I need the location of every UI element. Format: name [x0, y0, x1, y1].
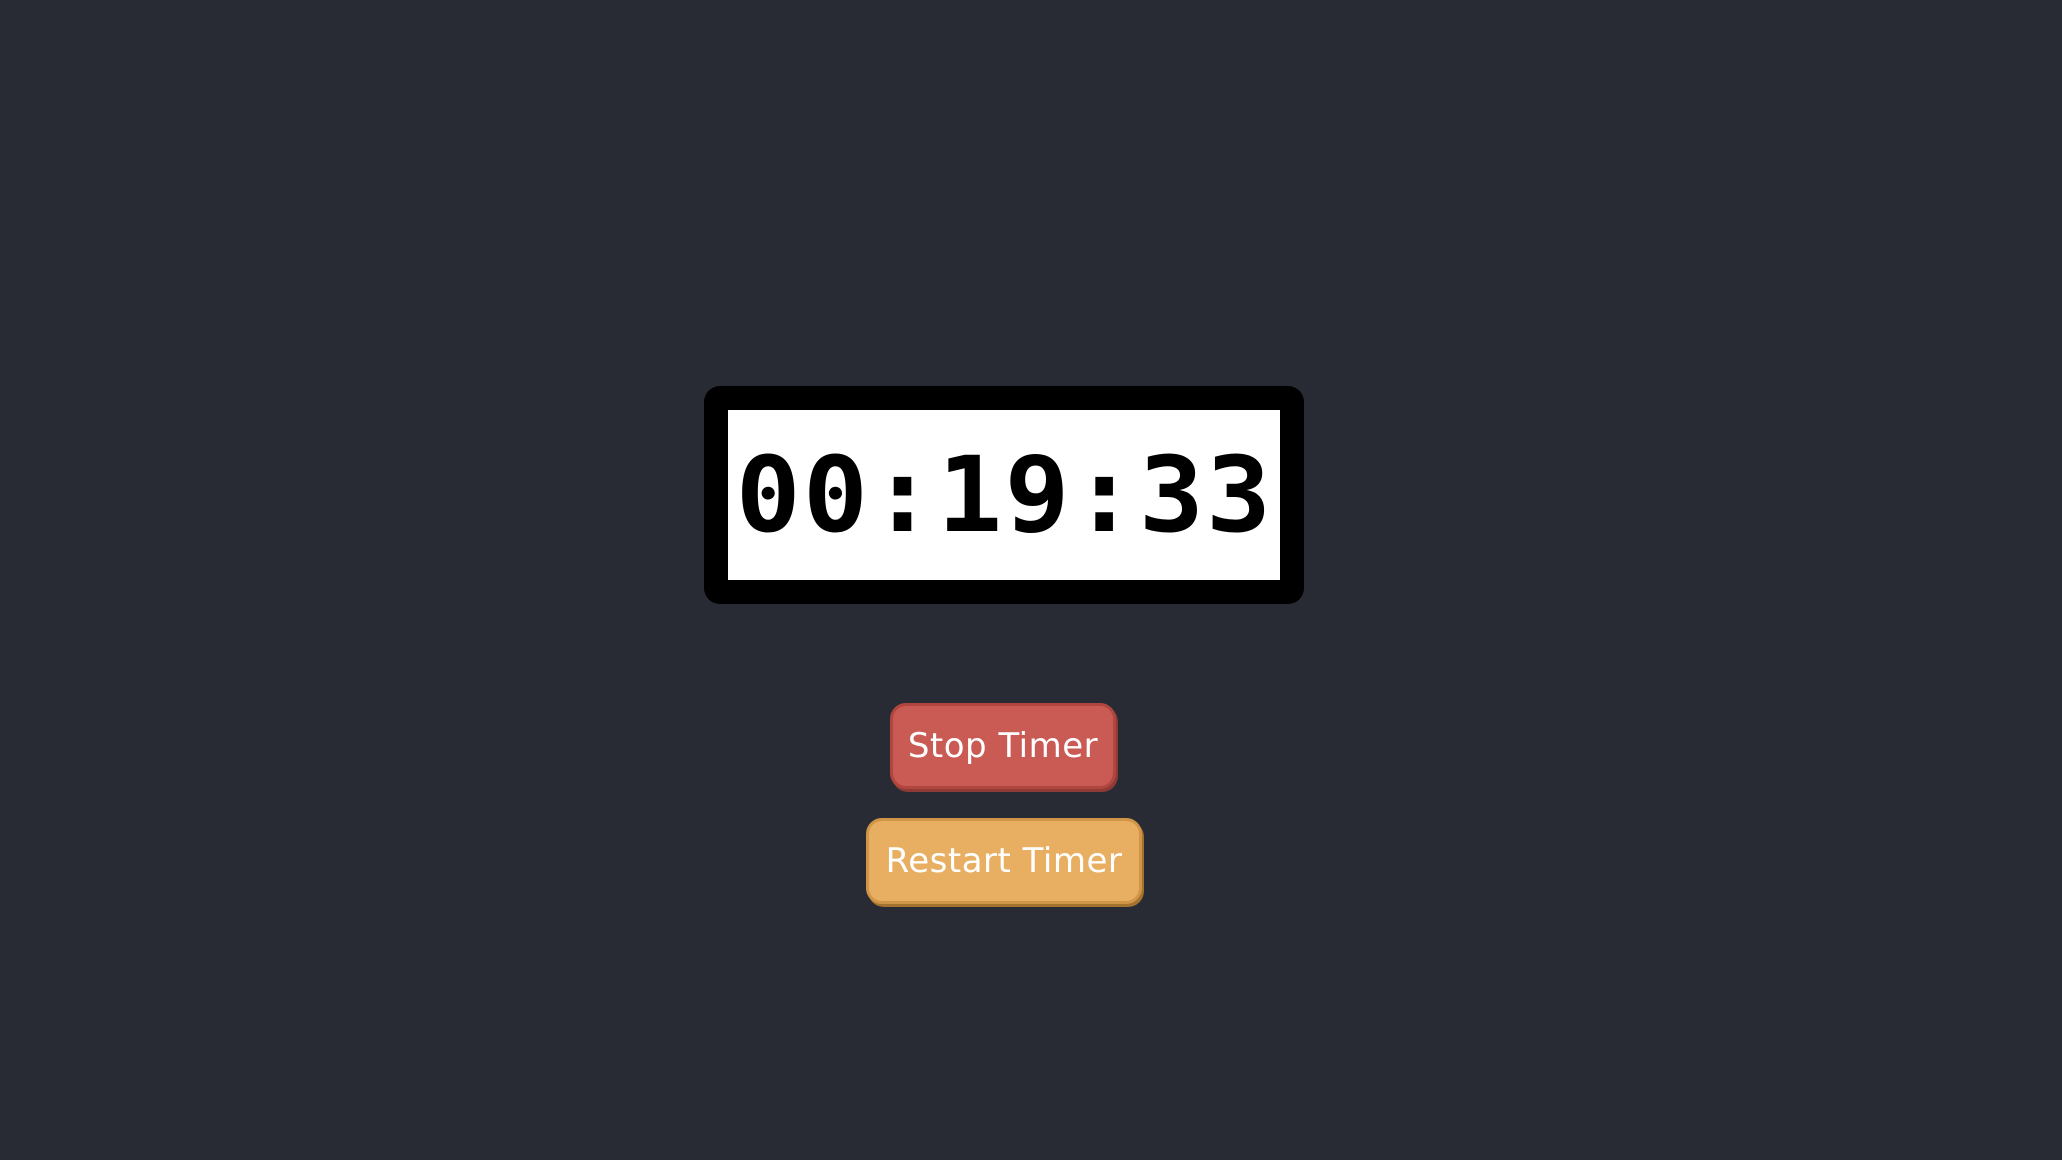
timer-page: 00:19:33 Stop Timer Restart Timer	[0, 0, 2062, 1160]
stop-timer-button[interactable]: Stop Timer	[890, 703, 1116, 789]
timer-display: 00:19:33	[735, 434, 1273, 556]
timer-face: 00:19:33	[728, 410, 1280, 580]
restart-timer-button[interactable]: Restart Timer	[866, 818, 1142, 904]
timer-frame: 00:19:33	[704, 386, 1304, 604]
